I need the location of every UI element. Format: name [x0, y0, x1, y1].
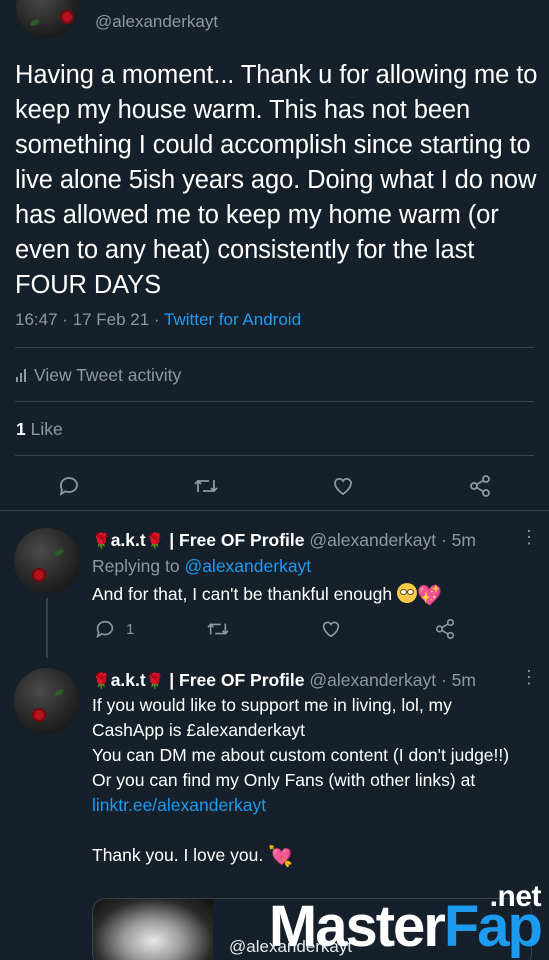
rose-emoji: 🌹: [92, 533, 111, 550]
likes-count-link[interactable]: 1 Like: [16, 419, 63, 440]
retweet-icon: [194, 479, 218, 493]
more-options-icon[interactable]: ⋮: [520, 528, 538, 546]
reply-icon: [59, 477, 78, 496]
likes-count: 1: [16, 419, 26, 439]
like-button[interactable]: [331, 474, 355, 498]
display-name-suffix[interactable]: | Free OF Profile: [169, 530, 304, 550]
share-button[interactable]: [468, 474, 492, 498]
reply-line: If you would like to support me in livin…: [92, 695, 452, 740]
closing-line: Thank you. I love you. 💘: [92, 843, 522, 870]
tweet-action-bar: [0, 466, 549, 506]
display-name[interactable]: a.k.t: [111, 530, 146, 550]
reply-handle[interactable]: @alexanderkayt: [309, 530, 436, 550]
divider: [15, 401, 534, 402]
author-handle[interactable]: @alexanderkayt: [95, 12, 218, 32]
replying-to-label: Replying to: [92, 556, 180, 576]
reply-icon: [96, 620, 114, 639]
heart-emoji: 💖: [416, 585, 442, 607]
tweet-timestamp: 16:47 · 17 Feb 21 ·: [15, 310, 160, 329]
like-button[interactable]: [320, 618, 342, 640]
retweet-button[interactable]: [206, 618, 230, 640]
view-activity-link[interactable]: View Tweet activity: [16, 365, 181, 386]
watermark-brand-a: Master: [268, 894, 446, 959]
reply-header: 🌹a.k.t🌹 | Free OF Profile @alexanderkayt…: [92, 670, 476, 691]
divider: [15, 455, 534, 456]
tweet-source-link[interactable]: Twitter for Android: [164, 310, 301, 329]
media-thumbnail[interactable]: [93, 899, 213, 960]
rose-emoji: 🌹: [145, 533, 165, 550]
divider: [0, 510, 549, 511]
replying-to-handle[interactable]: @alexanderkayt: [184, 556, 311, 576]
display-name-suffix[interactable]: | Free OF Profile: [169, 670, 304, 690]
reply-button[interactable]: 1: [94, 618, 134, 640]
reply-line: Or you can find my Only Fans (with other…: [92, 770, 476, 790]
share-icon: [435, 619, 455, 639]
reply-header: 🌹a.k.t🌹 | Free OF Profile @alexanderkayt…: [92, 530, 476, 551]
watermark-brand: MasterFap: [268, 894, 543, 959]
tweet-meta: 16:47 · 17 Feb 21 · Twitter for Android: [15, 310, 301, 330]
reply-time: · 5m: [440, 670, 476, 690]
reply-avatar[interactable]: [14, 668, 80, 734]
retweet-button[interactable]: [193, 474, 219, 498]
retweet-icon: [207, 623, 229, 635]
analytics-icon: [16, 369, 26, 382]
reply-handle[interactable]: @alexanderkayt: [309, 670, 436, 690]
rose-emoji: 🌹: [145, 673, 165, 690]
like-icon: [334, 477, 352, 496]
reply-line: You can DM me about custom content (I do…: [92, 745, 510, 765]
reply-count: 1: [126, 620, 135, 638]
reply-avatar[interactable]: [14, 528, 80, 594]
reply-text: And for that, I can't be thankful enough…: [92, 582, 522, 609]
heart-emoji: 💘: [268, 846, 293, 868]
reply-button[interactable]: [57, 474, 81, 498]
share-button[interactable]: [434, 618, 456, 640]
tweet-text: Having a moment... Thank u for allowing …: [15, 61, 538, 299]
display-name[interactable]: a.k.t: [111, 670, 146, 690]
author-avatar[interactable]: [16, 0, 78, 38]
reply-text: If you would like to support me in livin…: [92, 693, 522, 870]
watermark-brand-b: Fap: [443, 894, 543, 959]
watermark: .net MasterFap: [243, 880, 543, 960]
replying-to: Replying to @alexanderkayt: [92, 556, 311, 577]
divider: [15, 347, 534, 348]
reply-time: · 5m: [440, 530, 476, 550]
rose-emoji: 🌹: [92, 673, 111, 690]
share-icon: [470, 475, 490, 497]
reply-text-content: And for that, I can't be thankful enough: [92, 584, 393, 604]
closing-text: Thank you. I love you.: [92, 845, 264, 865]
rolling-eyes-emoji: [396, 583, 417, 603]
like-icon: [322, 621, 340, 638]
reply-action-bar: 1: [0, 618, 549, 658]
view-activity-label: View Tweet activity: [34, 365, 182, 385]
more-options-icon[interactable]: ⋮: [520, 668, 538, 686]
likes-label: Like: [30, 419, 63, 439]
linktree-link[interactable]: linktr.ee/alexanderkayt: [92, 793, 522, 818]
